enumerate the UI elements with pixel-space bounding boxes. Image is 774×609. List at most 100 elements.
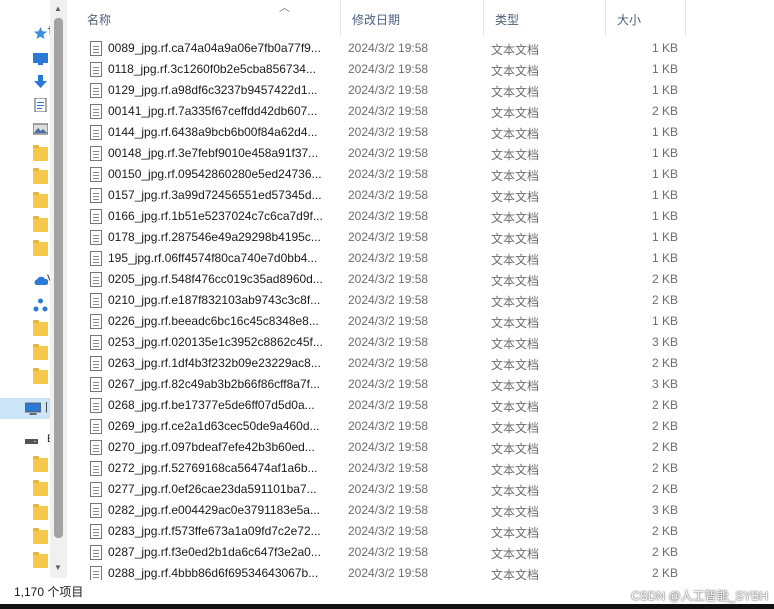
file-size: 1 KB (651, 146, 678, 160)
folder-icon (33, 368, 48, 384)
nav-item-folder-8[interactable] (0, 366, 50, 387)
text-file-icon (90, 335, 102, 350)
file-modified-date: 2024/3/2 19:58 (348, 62, 429, 76)
file-row[interactable]: 0277_jpg.rf.0ef26cae23da591101ba7... 2024… (76, 479, 696, 500)
file-name: 00150_jpg.rf.09542860280e5ed24736... (108, 167, 322, 181)
scroll-down-arrow-icon[interactable]: ▼ (54, 563, 62, 572)
file-type: 文本文档 (491, 148, 540, 162)
file-row[interactable]: 195_jpg.rf.06ff4574f80ca740e7d0bb4... 202… (76, 248, 696, 269)
file-name: 0118_jpg.rf.3c1260f0b2e5cba856734... (108, 62, 316, 76)
file-type: 文本文档 (491, 442, 540, 456)
file-size: 1 KB (651, 125, 678, 139)
file-size: 2 KB (651, 461, 678, 475)
column-header-modified[interactable]: 修改日期 (341, 0, 484, 36)
file-type: 文本文档 (491, 316, 540, 330)
nav-item-network-share[interactable] (0, 294, 50, 315)
file-row[interactable]: 0129_jpg.rf.a98df6c3237b9457422d1... 2024… (76, 80, 696, 101)
folder-icon (33, 456, 48, 472)
nav-item-folder-2[interactable] (0, 166, 50, 187)
file-type: 文本文档 (491, 295, 540, 309)
file-type: 文本文档 (491, 421, 540, 435)
nav-item-folder-5[interactable] (0, 238, 50, 259)
file-row[interactable]: 0089_jpg.rf.ca74a04a9a06e7fb0a77f9... 202… (76, 38, 696, 59)
nav-item-drive[interactable]: E (0, 430, 50, 451)
file-name: 0267_jpg.rf.82c49ab3b2b66f86cff8a7f... (108, 377, 320, 391)
file-row[interactable]: 0268_jpg.rf.be17377e5de6ff07d5d0a... 2024… (76, 395, 696, 416)
scrollbar-thumb[interactable] (54, 18, 63, 538)
file-type: 文本文档 (491, 274, 540, 288)
nav-item-folder-9[interactable] (0, 454, 50, 475)
text-file-icon (90, 314, 102, 329)
file-row[interactable]: 0210_jpg.rf.e187f832103ab9743c3c8f... 202… (76, 290, 696, 311)
file-row[interactable]: 0282_jpg.rf.e004429ac0e3791183e5a... 2024… (76, 500, 696, 521)
text-file-icon (90, 461, 102, 476)
nav-item-folder-1[interactable] (0, 143, 50, 164)
nav-item-folder-13[interactable] (0, 550, 50, 571)
nav-item-folder-3[interactable] (0, 190, 50, 211)
file-row[interactable]: 0144_jpg.rf.6438a9bcb6b00f84a62d4... 2024… (76, 122, 696, 143)
file-row[interactable]: 0157_jpg.rf.3a99d72456551ed57345d... 2024… (76, 185, 696, 206)
nav-item-quick-access[interactable]: † (0, 22, 50, 43)
nav-item-downloads[interactable] (0, 71, 50, 92)
file-row[interactable]: 0288_jpg.rf.4bbb86d6f69534643067b... 2024… (76, 563, 696, 580)
column-header-type[interactable]: 类型 (484, 0, 606, 36)
file-type: 文本文档 (491, 484, 540, 498)
file-row[interactable]: 0269_jpg.rf.ce2a1d63cec50de9a460d... 2024… (76, 416, 696, 437)
nav-item-folder-12[interactable] (0, 526, 50, 547)
file-row[interactable]: 0263_jpg.rf.1df4b3f232b09e23229ac8... 202… (76, 353, 696, 374)
nav-item-folder-4[interactable] (0, 214, 50, 235)
file-type: 文本文档 (491, 526, 540, 540)
file-row[interactable]: 0166_jpg.rf.1b51e5237024c7c6ca7d9f... 202… (76, 206, 696, 227)
nav-item-folder-7[interactable] (0, 342, 50, 363)
file-name: 00141_jpg.rf.7a335f67ceffdd42db607... (108, 104, 318, 118)
file-name: 0178_jpg.rf.287546e49a29298b4195c... (108, 230, 321, 244)
file-size: 1 KB (651, 230, 678, 244)
file-row[interactable]: 00150_jpg.rf.09542860280e5ed24736... 2024… (76, 164, 696, 185)
file-type: 文本文档 (491, 190, 540, 204)
scroll-up-arrow-icon[interactable]: ▲ (54, 4, 62, 13)
file-type: 文本文档 (491, 547, 540, 561)
text-file-icon (90, 104, 102, 119)
file-size: 2 KB (651, 545, 678, 559)
text-file-icon (90, 293, 102, 308)
file-type: 文本文档 (491, 127, 540, 141)
file-name: 0270_jpg.rf.097bdeaf7efe42b3b60ed... (108, 440, 315, 454)
nav-item-onedrive[interactable]: V (0, 270, 50, 291)
file-row[interactable]: 00148_jpg.rf.3e7febf9010e458a91f37... 202… (76, 143, 696, 164)
nav-item-documents[interactable] (0, 94, 50, 115)
file-row[interactable]: 0178_jpg.rf.287546e49a29298b4195c... 2024… (76, 227, 696, 248)
file-row[interactable]: 0226_jpg.rf.beeadc6bc16c45c8348e8... 2024… (76, 311, 696, 332)
file-row[interactable]: 00141_jpg.rf.7a335f67ceffdd42db607... 202… (76, 101, 696, 122)
nav-item-desktop[interactable] (0, 48, 50, 69)
navigation-pane: † V | (0, 0, 50, 578)
file-row[interactable]: 0287_jpg.rf.f3e0ed2b1da6c647f3e2a0... 202… (76, 542, 696, 563)
file-row[interactable]: 0283_jpg.rf.f573ffe673a1a09fd7c2e72... 20… (76, 521, 696, 542)
drive-icon (25, 439, 38, 444)
file-row[interactable]: 0270_jpg.rf.097bdeaf7efe42b3b60ed... 2024… (76, 437, 696, 458)
column-header-size-label: 大小 (617, 13, 642, 27)
file-modified-date: 2024/3/2 19:58 (348, 419, 429, 433)
nav-scrollbar[interactable]: ▲ ▼ (50, 0, 67, 578)
onedrive-icon (34, 276, 48, 285)
file-row[interactable]: 0272_jpg.rf.52769168ca56474af1a6b... 2024… (76, 458, 696, 479)
file-row[interactable]: 0267_jpg.rf.82c49ab3b2b66f86cff8a7f... 20… (76, 374, 696, 395)
nav-item-this-pc[interactable]: | (0, 398, 50, 419)
file-row[interactable]: 0253_jpg.rf.020135e1c3952c8862c45f... 202… (76, 332, 696, 353)
file-size: 3 KB (651, 503, 678, 517)
nav-item-pictures[interactable] (0, 118, 50, 139)
file-row[interactable]: 0205_jpg.rf.548f476cc019c35ad8960d... 202… (76, 269, 696, 290)
file-size: 2 KB (651, 398, 678, 412)
file-size: 1 KB (651, 62, 678, 76)
file-row[interactable]: 0118_jpg.rf.3c1260f0b2e5cba856734... 2024… (76, 59, 696, 80)
nav-item-folder-6[interactable] (0, 318, 50, 339)
column-header-name[interactable]: 名称 (76, 0, 341, 36)
file-type: 文本文档 (491, 211, 540, 225)
nav-item-folder-10[interactable] (0, 478, 50, 499)
file-name: 195_jpg.rf.06ff4574f80ca740e7d0bb4... (108, 251, 318, 265)
nav-item-folder-11[interactable] (0, 502, 50, 523)
file-modified-date: 2024/3/2 19:58 (348, 272, 429, 286)
file-name: 0287_jpg.rf.f3e0ed2b1da6c647f3e2a0... (108, 545, 321, 559)
file-type: 文本文档 (491, 106, 540, 120)
file-type: 文本文档 (491, 400, 540, 414)
column-header-size[interactable]: 大小 (606, 0, 686, 36)
